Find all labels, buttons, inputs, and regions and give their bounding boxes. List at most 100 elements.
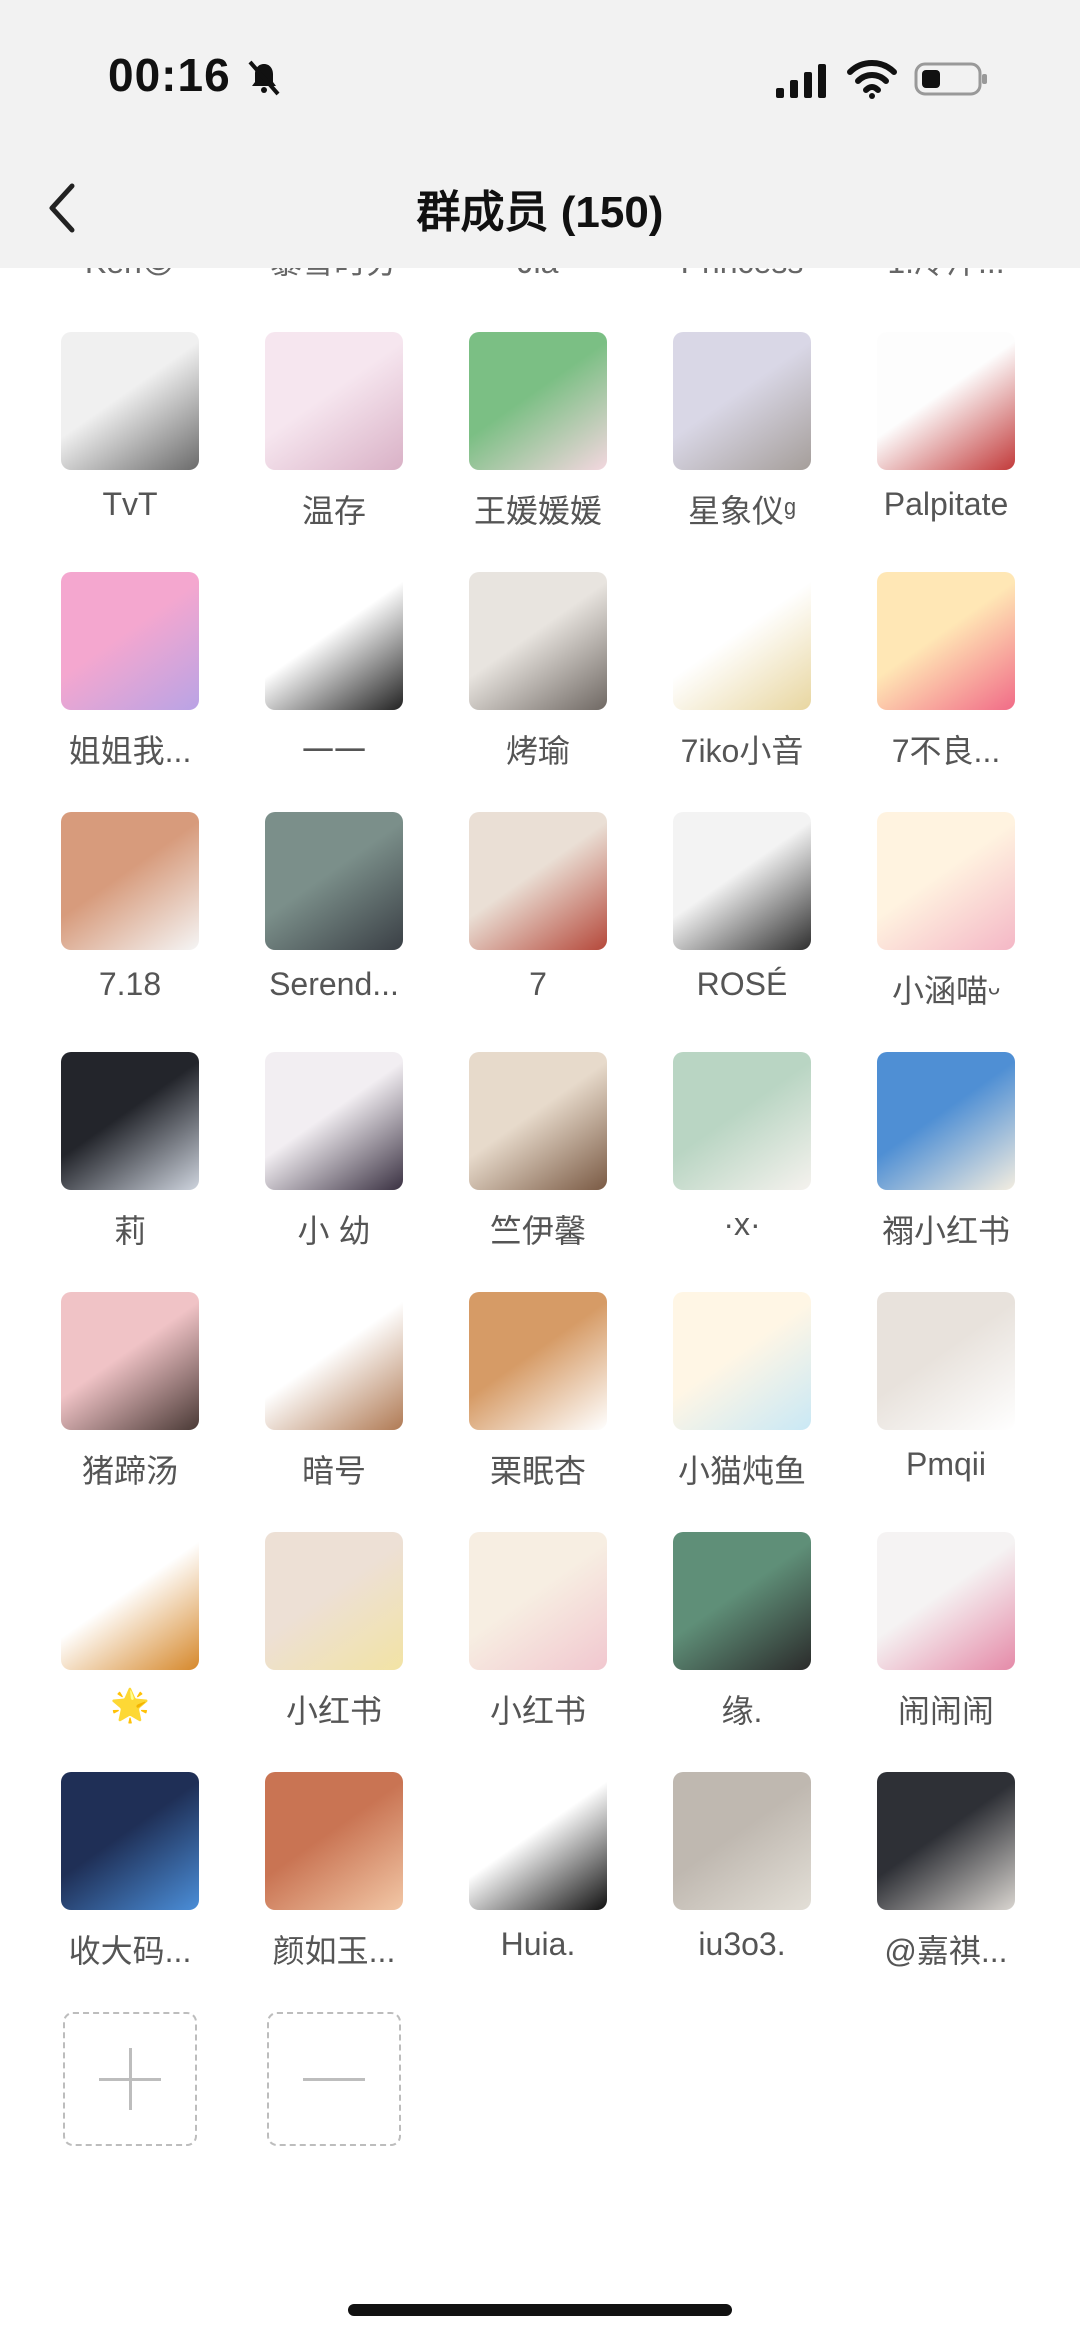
member-item[interactable]: 禤小红书 [846, 1040, 1046, 1252]
avatar[interactable] [61, 812, 199, 950]
member-item[interactable]: Pmqii [846, 1280, 1046, 1483]
member-item[interactable]: 7iko小音 [642, 560, 842, 772]
avatar[interactable] [877, 1052, 1015, 1190]
avatar[interactable] [469, 1532, 607, 1670]
member-item[interactable]: ·x· [642, 1040, 842, 1243]
avatar[interactable] [265, 1052, 403, 1190]
member-name: ·x· [723, 1206, 761, 1242]
member-name: 王媛媛媛 [473, 493, 602, 529]
avatar[interactable] [265, 332, 403, 470]
member-item[interactable]: 7.18 [30, 800, 230, 1003]
member-name: 禤小红书 [881, 1213, 1010, 1249]
add-member-button[interactable] [30, 2000, 230, 2146]
avatar[interactable] [877, 332, 1015, 470]
avatar[interactable] [265, 1772, 403, 1910]
avatar[interactable] [877, 572, 1015, 710]
avatar[interactable] [469, 812, 607, 950]
member-name: 一一 [301, 733, 366, 769]
member-name: 猪蹄汤 [81, 1453, 178, 1489]
member-name: 莉 [113, 1213, 146, 1249]
member-item[interactable]: 小涵喵ᵕ [846, 800, 1046, 1012]
avatar[interactable] [469, 1292, 607, 1430]
member-name: TvT [102, 486, 158, 522]
member-item[interactable]: 小 幼 [234, 1040, 434, 1252]
member-item[interactable]: @嘉祺... [846, 1760, 1046, 1972]
avatar[interactable] [61, 1052, 199, 1190]
avatar[interactable] [673, 332, 811, 470]
member-item[interactable]: Palpitate [846, 320, 1046, 523]
member-item[interactable]: 栗眠杏 [438, 1280, 638, 1492]
avatar[interactable] [673, 1052, 811, 1190]
avatar[interactable] [265, 1292, 403, 1430]
member-item[interactable]: 小猫炖鱼 [642, 1280, 842, 1492]
member-item[interactable]: 莉 [30, 1040, 230, 1252]
member-name: 缘. [721, 1693, 763, 1729]
wifi-icon [847, 60, 897, 99]
avatar[interactable] [673, 1292, 811, 1430]
bell-muted-icon [248, 60, 280, 96]
member-item[interactable]: 小红书 [234, 1520, 434, 1732]
member-item[interactable]: 小红书 [438, 1520, 638, 1732]
member-item[interactable]: 暗号 [234, 1280, 434, 1492]
member-item[interactable]: 烤瑜 [438, 560, 638, 772]
member-name: 小猫炖鱼 [677, 1453, 806, 1489]
avatar[interactable] [673, 812, 811, 950]
member-item[interactable]: 一一 [234, 560, 434, 772]
member-item[interactable]: 缘. [642, 1520, 842, 1732]
member-item[interactable]: 温存 [234, 320, 434, 532]
member-item[interactable]: 收大码... [30, 1760, 230, 1972]
member-name: 颜如玉... [272, 1933, 396, 1969]
member-name: 星象仪ᵍ [687, 493, 797, 529]
avatar[interactable] [61, 1772, 199, 1910]
avatar[interactable] [877, 1772, 1015, 1910]
avatar[interactable] [265, 572, 403, 710]
member-name: 竺伊馨 [489, 1213, 586, 1249]
avatar[interactable] [877, 812, 1015, 950]
member-item[interactable]: 闹闹闹 [846, 1520, 1046, 1732]
member-name: Pmqii [905, 1446, 986, 1482]
plus-icon[interactable] [63, 2012, 197, 2146]
member-item[interactable]: 竺伊馨 [438, 1040, 638, 1252]
member-item[interactable]: TvT [30, 320, 230, 523]
avatar[interactable] [265, 1532, 403, 1670]
member-name: 收大码... [68, 1933, 192, 1969]
avatar[interactable] [469, 1772, 607, 1910]
member-name: 栗眠杏 [489, 1453, 586, 1489]
member-name: 7不良... [891, 733, 1001, 769]
minus-icon[interactable] [267, 2012, 401, 2146]
member-item[interactable]: Serend... [234, 800, 434, 1003]
avatar[interactable] [673, 572, 811, 710]
avatar[interactable] [469, 332, 607, 470]
member-name: 闹闹闹 [897, 1693, 994, 1729]
avatar[interactable] [265, 812, 403, 950]
member-item[interactable]: iu3o3. [642, 1760, 842, 1963]
member-item[interactable]: 姐姐我... [30, 560, 230, 772]
avatar[interactable] [61, 572, 199, 710]
avatar[interactable] [61, 1532, 199, 1670]
member-item[interactable]: Huia. [438, 1760, 638, 1963]
status-time: 00:16 [108, 49, 231, 101]
home-indicator [348, 2304, 732, 2316]
member-item[interactable]: 颜如玉... [234, 1760, 434, 1972]
member-item[interactable]: 王媛媛媛 [438, 320, 638, 532]
member-name: 小红书 [489, 1693, 586, 1729]
member-name: 姐姐我... [68, 733, 192, 769]
member-item[interactable]: ROSÉ [642, 800, 842, 1003]
member-item[interactable]: 7 [438, 800, 638, 1003]
avatar[interactable] [469, 1052, 607, 1190]
avatar[interactable] [673, 1772, 811, 1910]
avatar[interactable] [877, 1292, 1015, 1430]
avatar[interactable] [61, 1292, 199, 1430]
member-name: 小红书 [285, 1693, 382, 1729]
member-item[interactable]: 猪蹄汤 [30, 1280, 230, 1492]
member-item[interactable]: 🌟 [30, 1520, 230, 1724]
avatar[interactable] [877, 1532, 1015, 1670]
remove-member-button[interactable] [234, 2000, 434, 2146]
member-item[interactable]: 7不良... [846, 560, 1046, 772]
avatar[interactable] [61, 332, 199, 470]
member-name: 烤瑜 [505, 733, 570, 769]
avatar[interactable] [673, 1532, 811, 1670]
avatar[interactable] [469, 572, 607, 710]
member-name: Huia. [500, 1926, 576, 1962]
member-item[interactable]: 星象仪ᵍ [642, 320, 842, 532]
